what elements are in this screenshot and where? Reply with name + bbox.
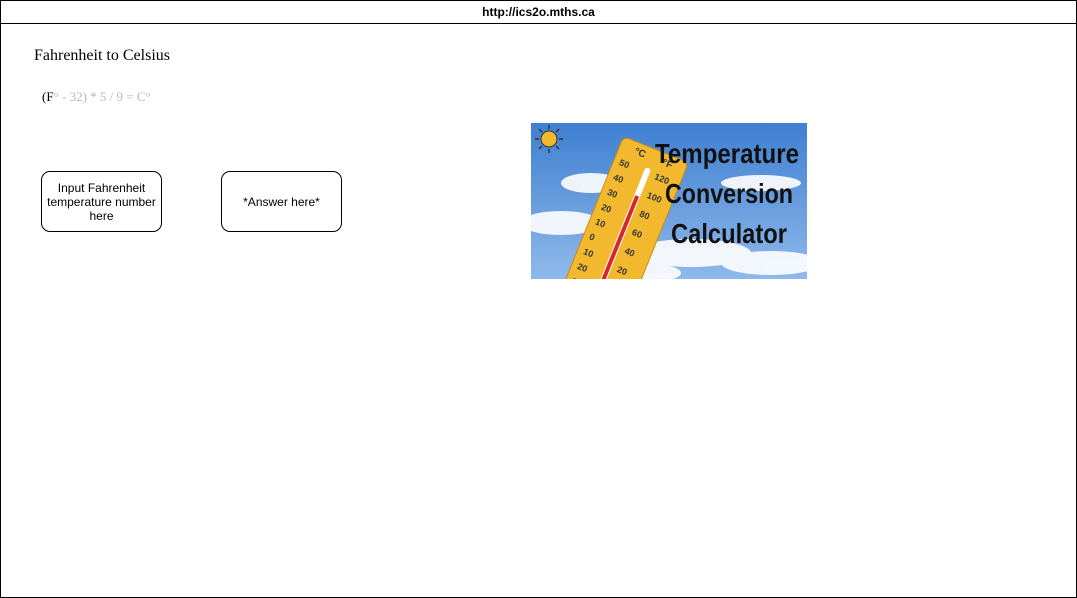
url-text: http://ics2o.mths.ca (482, 5, 595, 19)
formula-text: (F° - 32) * 5 / 9 = C° (42, 89, 151, 105)
url-bar[interactable]: http://ics2o.mths.ca (1, 1, 1076, 24)
fahrenheit-input-label: Input Fahrenheit temperature number here (47, 180, 156, 223)
formula-open: (F (42, 89, 54, 104)
answer-label: *Answer here* (243, 194, 320, 209)
answer-box: *Answer here* (221, 171, 342, 232)
banner-line-2: Conversion (665, 178, 793, 209)
page-title: Fahrenheit to Celsius (34, 47, 170, 64)
app-window: http://ics2o.mths.ca Fahrenheit to Celsi… (0, 0, 1077, 598)
banner-line-3: Calculator (671, 218, 787, 249)
formula-rest: ° - 32) * 5 / 9 = C° (53, 89, 151, 104)
banner-image: 50403020100102030 120100806040200 °C °F … (531, 123, 807, 279)
fahrenheit-input-box[interactable]: Input Fahrenheit temperature number here (41, 171, 162, 232)
banner-title: Temperature Conversion Calculator (655, 138, 799, 249)
banner-line-1: Temperature (655, 138, 799, 169)
temperature-conversion-banner: 50403020100102030 120100806040200 °C °F … (531, 123, 807, 279)
